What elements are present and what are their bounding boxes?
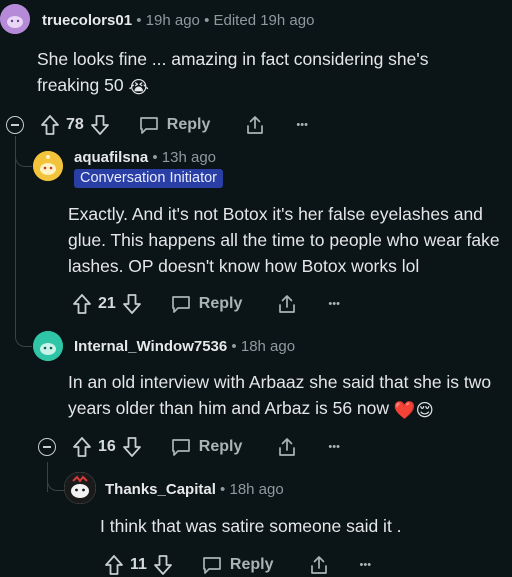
reply-label: Reply xyxy=(198,438,243,455)
vote-group: 21 xyxy=(72,293,142,315)
more-options-button[interactable]: ••• xyxy=(328,441,340,453)
separator: • xyxy=(231,338,237,355)
reply-label: Reply xyxy=(229,556,274,573)
reply-label: Reply xyxy=(166,116,211,133)
comment-body: In an old interview with Arbaaz she said… xyxy=(68,369,508,423)
comment-text: I think that was satire someone said it … xyxy=(100,516,402,536)
conversation-initiator-badge: Conversation Initiator xyxy=(74,169,224,188)
arrow-down-icon[interactable] xyxy=(153,554,173,576)
reply-button[interactable]: Reply xyxy=(138,115,211,135)
separator: • xyxy=(136,12,142,29)
avatar[interactable] xyxy=(33,331,63,361)
separator: • xyxy=(204,12,210,29)
avatar[interactable] xyxy=(33,151,63,181)
share-icon xyxy=(276,436,298,458)
ellipsis-icon: ••• xyxy=(328,298,340,310)
edited-label: Edited 19h ago xyxy=(213,12,315,29)
comment-meta: Internal_Window7536 • 18h ago xyxy=(74,338,295,355)
arrow-down-icon[interactable] xyxy=(122,436,142,458)
username[interactable]: Internal_Window7536 xyxy=(74,338,227,355)
more-options-button[interactable]: ••• xyxy=(296,119,308,131)
comment-actions: 11 Reply ••• xyxy=(104,553,371,577)
heart-relieved-emoji-icon: ❤️😌 xyxy=(393,400,434,420)
avatar[interactable] xyxy=(64,472,96,504)
separator: • xyxy=(220,481,226,498)
share-icon xyxy=(308,554,330,576)
comment-body: She looks fine ... amazing in fact consi… xyxy=(37,46,477,100)
share-button[interactable] xyxy=(308,554,330,576)
speech-bubble-icon xyxy=(201,555,223,575)
speech-bubble-icon xyxy=(170,437,192,457)
separator: • xyxy=(152,149,158,166)
comment-text: She looks fine ... amazing in fact consi… xyxy=(37,49,429,95)
vote-count: 78 xyxy=(66,116,84,133)
speech-bubble-icon xyxy=(170,294,192,314)
arrow-up-icon[interactable] xyxy=(72,436,92,458)
thread-connector xyxy=(15,310,32,347)
reply-button[interactable]: Reply xyxy=(170,437,243,457)
thread-connector xyxy=(47,462,64,491)
comment-text: Exactly. And it's not Botox it's her fal… xyxy=(68,204,500,276)
comment-body: Exactly. And it's not Botox it's her fal… xyxy=(68,201,510,279)
reply-label: Reply xyxy=(198,295,243,312)
collapse-icon[interactable] xyxy=(38,438,56,456)
crying-emoji-icon: 😭 xyxy=(128,77,149,97)
thread-line xyxy=(15,136,16,326)
arrow-down-icon[interactable] xyxy=(122,293,142,315)
snoo-avatar-icon xyxy=(33,151,63,181)
more-options-button[interactable]: ••• xyxy=(360,559,372,571)
vote-count: 16 xyxy=(98,438,116,455)
thread-connector xyxy=(15,136,32,167)
avatar[interactable] xyxy=(0,4,30,34)
ellipsis-icon: ••• xyxy=(328,441,340,453)
comment-meta: aquafilsna • 13h ago xyxy=(74,149,216,166)
snoo-avatar-icon xyxy=(0,4,30,34)
timestamp: 18h ago xyxy=(229,481,284,498)
comment-actions: 21 Reply ••• xyxy=(72,292,340,316)
share-button[interactable] xyxy=(244,114,266,136)
comment-meta: Thanks_Capital • 18h ago xyxy=(105,481,284,498)
comment-actions: 78 Reply ••• xyxy=(40,113,308,137)
arrow-up-icon[interactable] xyxy=(40,114,60,136)
arrow-up-icon[interactable] xyxy=(104,554,124,576)
ellipsis-icon: ••• xyxy=(296,119,308,131)
share-icon xyxy=(244,114,266,136)
timestamp: 18h ago xyxy=(240,338,296,355)
username[interactable]: aquafilsna xyxy=(74,149,148,166)
vote-count: 21 xyxy=(98,295,116,312)
collapse-icon[interactable] xyxy=(6,116,24,134)
comment-meta: truecolors01 • 19h ago • Edited 19h ago xyxy=(42,12,314,29)
username[interactable]: Thanks_Capital xyxy=(105,481,216,498)
reply-button[interactable]: Reply xyxy=(201,555,274,575)
snoo-avatar-icon xyxy=(64,472,96,504)
timestamp: 13h ago xyxy=(161,149,217,166)
comment-body: I think that was satire someone said it … xyxy=(100,513,505,539)
arrow-up-icon[interactable] xyxy=(72,293,92,315)
ellipsis-icon: ••• xyxy=(359,559,372,571)
comment-actions: 16 Reply ••• xyxy=(72,435,340,459)
snoo-avatar-icon xyxy=(33,331,63,361)
vote-group: 16 xyxy=(72,436,142,458)
share-button[interactable] xyxy=(276,436,298,458)
reply-button[interactable]: Reply xyxy=(170,294,243,314)
vote-group: 11 xyxy=(104,554,173,576)
more-options-button[interactable]: ••• xyxy=(328,298,340,310)
username[interactable]: truecolors01 xyxy=(42,12,132,29)
vote-group: 78 xyxy=(40,114,110,136)
share-icon xyxy=(276,293,298,315)
share-button[interactable] xyxy=(276,293,298,315)
arrow-down-icon[interactable] xyxy=(90,114,110,136)
timestamp: 19h ago xyxy=(145,12,200,29)
speech-bubble-icon xyxy=(138,115,160,135)
vote-count: 11 xyxy=(130,556,147,573)
